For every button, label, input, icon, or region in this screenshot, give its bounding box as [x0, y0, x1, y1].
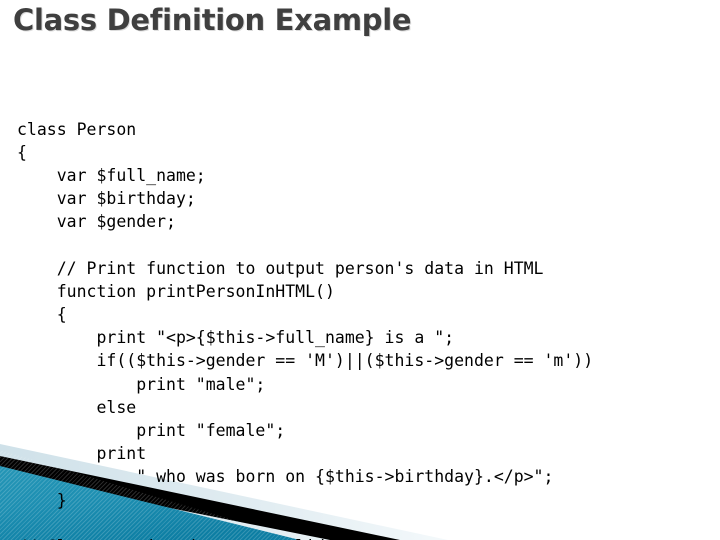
code-line: print "<p>{$this->full_name} is a "; [17, 328, 455, 348]
code-line: function printPersonInHTML() [17, 281, 335, 301]
slide-canvas: Class Definition Example class Person { v… [0, 0, 720, 540]
code-line: if(($this->gender == 'M')||($this->gende… [17, 351, 594, 371]
code-line: print "female"; [17, 421, 286, 441]
code-line: var $gender; [17, 212, 176, 232]
code-line: print [17, 444, 147, 464]
code-line: { [17, 305, 67, 325]
code-line: { [17, 142, 27, 162]
code-line: var $full_name; [17, 165, 206, 185]
code-line: } [17, 490, 67, 510]
code-line: else [17, 397, 137, 417]
code-line: print "male"; [17, 374, 266, 394]
code-line: // Class continued on next slide [17, 535, 720, 540]
code-line: // Print function to output person's dat… [17, 258, 544, 278]
code-line: " who was born on {$this->birthday}.</p>… [17, 467, 554, 487]
code-line: class Person [17, 119, 137, 139]
code-line: var $birthday; [17, 189, 196, 209]
page-title: Class Definition Example [13, 3, 412, 37]
code-block: class Person { var $full_name; var $birth… [17, 48, 720, 540]
